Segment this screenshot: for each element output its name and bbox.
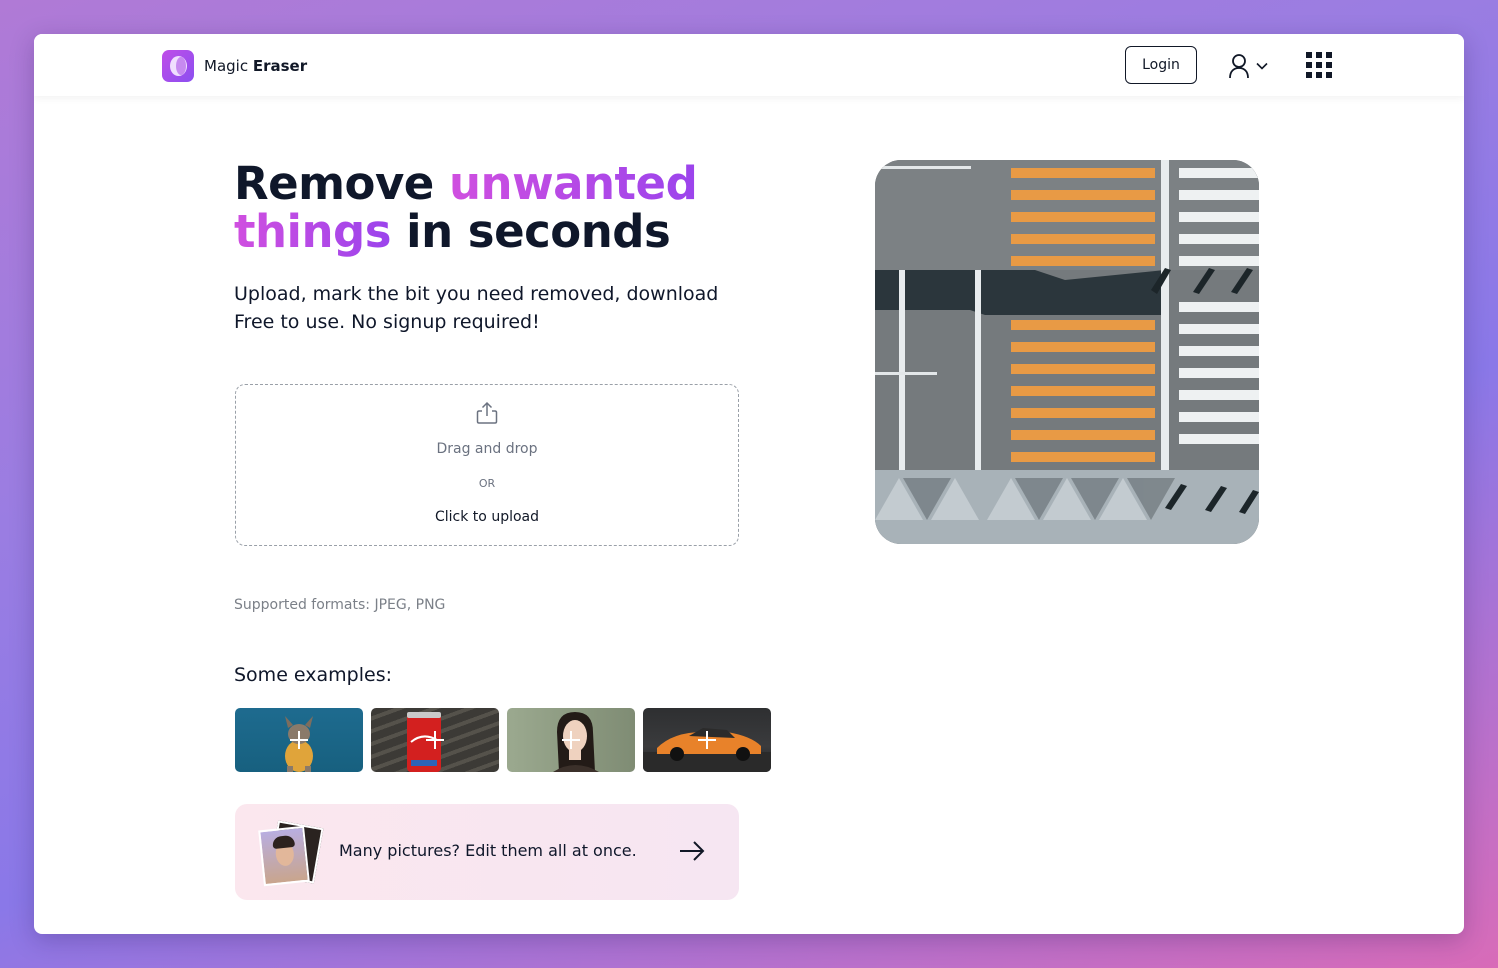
plus-icon [290,731,308,749]
plus-icon [426,731,444,749]
chevron-down-icon [1256,62,1268,70]
example-thumb-woman[interactable] [507,708,635,772]
brand-name: Magic Eraser [204,57,307,75]
plus-icon [562,731,580,749]
subtitle-line-1: Upload, mark the bit you need removed, d… [234,283,719,305]
crosswalk-aerial-photo [875,160,1259,544]
upload-dropzone[interactable]: Drag and drop OR Click to upload [235,384,739,546]
upload-icon [476,401,498,424]
brand-suffix: Eraser [252,57,308,75]
example-thumb-dog[interactable] [235,708,363,772]
apps-grid-icon[interactable] [1306,52,1332,78]
login-button[interactable]: Login [1125,46,1197,84]
browser-window: Magic Eraser Login Remove unwanted thing… [34,34,1464,934]
title-accent-2: things [234,205,392,258]
page-title: Remove unwanted things in seconds [234,160,774,256]
logo-icon [162,50,194,82]
title-accent-1: unwanted [449,157,698,210]
batch-edit-card[interactable]: Many pictures? Edit them all at once. [235,804,739,900]
user-menu[interactable] [1228,52,1274,80]
batch-edit-text: Many pictures? Edit them all at once. [339,841,637,860]
supported-formats: Supported formats: JPEG, PNG [234,597,446,613]
subtitle-line-2: Free to use. No signup required! [234,311,540,333]
brand-prefix: Magic [204,57,249,75]
examples-title: Some examples: [234,664,393,686]
drag-drop-text: Drag and drop [436,441,538,457]
or-text: OR [478,477,496,490]
top-navbar: Magic Eraser Login [34,34,1464,96]
user-icon [1229,54,1249,79]
brand-logo[interactable]: Magic Eraser [162,50,307,82]
example-thumb-car[interactable] [643,708,771,772]
page-subtitle: Upload, mark the bit you need removed, d… [234,280,774,336]
title-part-1: Remove [234,157,449,210]
photo-stack-icon [258,820,324,887]
main-content: Remove unwanted things in seconds Upload… [34,96,1464,934]
plus-icon [698,731,716,749]
example-thumb-coke[interactable] [371,708,499,772]
title-part-2: in seconds [391,205,671,258]
arrow-right-icon[interactable] [679,840,705,862]
hero-crosswalk-image [875,160,1259,544]
click-to-upload-text[interactable]: Click to upload [236,509,738,525]
